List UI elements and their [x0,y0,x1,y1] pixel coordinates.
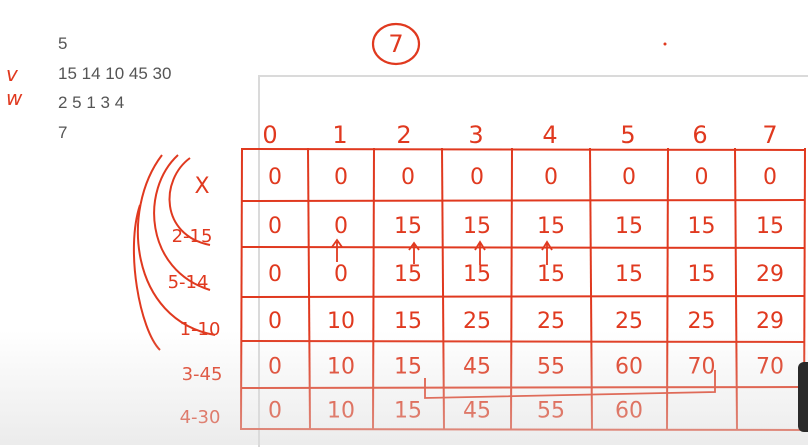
dp-cell: 0 [470,165,484,190]
grid-col-line [666,147,669,431]
dp-cell: 0 [268,355,282,380]
dp-cell: 0 [268,165,282,190]
dp-cell: 15 [394,262,422,287]
grid-col-line [240,147,243,431]
dp-cell: 0 [268,214,282,239]
column-header: 2 [396,121,411,149]
column-header: 6 [692,121,707,149]
dp-cell: 0 [763,165,777,190]
grid-row-line [241,386,806,389]
column-header: 4 [542,121,557,149]
row-label: 1-10 [180,319,221,340]
dp-cell: 15 [394,214,422,239]
dp-cell: 10 [327,309,355,334]
arrow-up-col1 [331,238,343,262]
dp-cell: 70 [688,355,716,380]
dp-cell: 15 [394,399,422,424]
dp-cell: 70 [756,355,784,380]
column-header: 0 [262,121,277,149]
grid-row-line [241,246,806,249]
column-header: 1 [332,121,347,149]
grid-row-line [241,295,806,298]
dp-cell: 55 [537,399,565,424]
dp-cell: 0 [695,165,709,190]
grid-row-line [241,148,806,151]
dp-cell: 0 [544,165,558,190]
column-header: 3 [468,121,483,149]
dp-cell: 29 [756,309,784,334]
grid-col-line [510,147,513,431]
dp-cell: 0 [268,399,282,424]
dp-cell: 15 [537,214,565,239]
dp-cell: 55 [537,355,565,380]
dp-cell: 0 [622,165,636,190]
dp-cell: 0 [334,165,348,190]
row-labels: X 2-15 5-14 1-10 3-45 4-30 [168,174,223,428]
grid-col-line [372,147,375,431]
column-header: 5 [620,121,635,149]
dp-cell: 15 [688,214,716,239]
dp-cell: 0 [334,262,348,287]
dp-cell: 0 [334,214,348,239]
dp-cell: 60 [615,399,643,424]
dp-cell: 15 [756,214,784,239]
row-label: 4-30 [180,407,221,428]
grid-row-line [241,340,806,343]
dp-table-drawing: 7 01234567 X2-155-141-103-454-30 0000000… [132,22,806,431]
row-label: 5-14 [168,272,209,293]
dp-cell: 29 [756,262,784,287]
dependency-arrows [331,238,716,399]
arrow-up-col2 [408,241,420,264]
capacity-circled-value: 7 [388,30,403,58]
dp-cell: 0 [401,165,415,190]
grid-row-line [241,199,806,202]
dp-cell: 15 [615,214,643,239]
dp-cell: 15 [463,214,491,239]
dp-cell: 15 [394,355,422,380]
dp-cell: 25 [463,309,491,334]
dp-grid [240,147,806,431]
dp-cell: 15 [537,262,565,287]
dp-cell: 0 [268,262,282,287]
dp-cell: 45 [463,355,491,380]
dp-cell: 15 [394,309,422,334]
grid-row-line [241,428,806,431]
presenter-edge [798,362,808,432]
row-label: X [194,174,209,199]
row-label: 2-15 [172,226,213,247]
stray-dot [663,42,667,46]
dp-cell: 10 [327,355,355,380]
dp-cell: 25 [537,309,565,334]
dp-cell: 25 [688,309,716,334]
dp-cell: 15 [688,262,716,287]
dp-cell: 15 [463,262,491,287]
dp-cell: 45 [463,399,491,424]
row-label: 3-45 [182,364,223,385]
dp-cell: 60 [615,355,643,380]
dp-cell: 15 [615,262,643,287]
dp-cell: 10 [327,399,355,424]
dp-cells: 0 0 0 0 0 0 0 0 0 0 15 15 15 15 15 15 0 0 15 15 15 15 15 29 0 10 1… [268,165,784,424]
dp-cell: 25 [615,309,643,334]
column-headers: 0 1 2 3 4 5 6 7 [262,121,777,149]
dp-cell: 0 [268,309,282,334]
column-header: 7 [762,121,777,149]
